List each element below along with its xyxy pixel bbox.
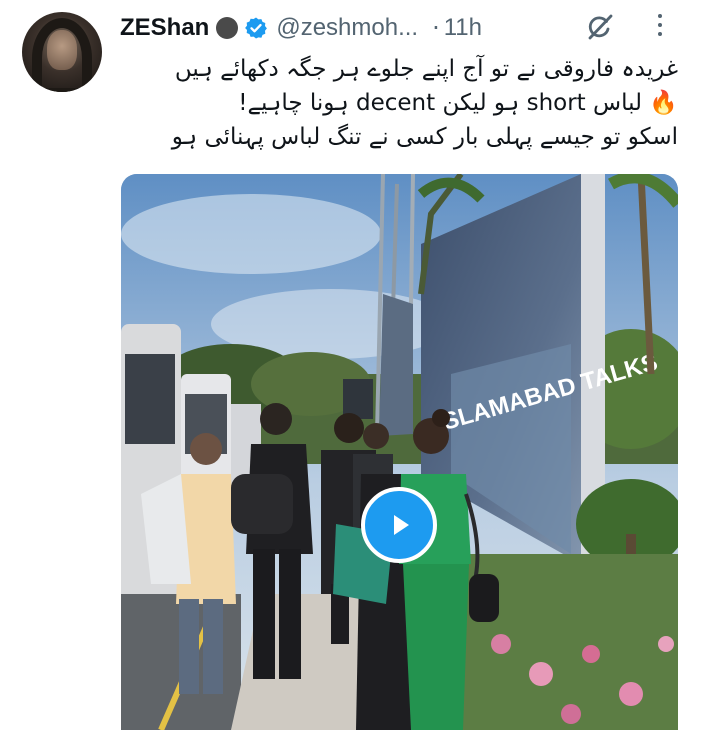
- header-separator: ·: [432, 14, 440, 42]
- tweet-timestamp[interactable]: 11h: [444, 14, 482, 42]
- tweet-header: ZEShan @zeshmoh... · 11h: [120, 10, 482, 46]
- video-thumbnail: ISLAMABAD TALKS: [121, 174, 678, 730]
- play-icon: [394, 515, 409, 535]
- author-name[interactable]: ZEShan: [120, 14, 209, 42]
- avatar-face: [47, 30, 77, 70]
- tweet-video[interactable]: ISLAMABAD TALKS: [121, 174, 678, 730]
- tweet-text-line: اسکو تو جیسے پہلی بار کسی نے تنگ لباس پہ…: [171, 124, 678, 150]
- play-button[interactable]: [361, 487, 437, 563]
- verified-check-icon[interactable]: [244, 16, 268, 40]
- tweet-text-line: 🔥 لباس short ہو لیکن decent ہونا چاہیے!: [238, 90, 678, 116]
- tweet-text: غریدہ فاروقی نے تو آج اپنے جلوے ہر جگہ د…: [118, 52, 678, 154]
- tweet-text-line: غریدہ فاروقی نے تو آج اپنے جلوے ہر جگہ د…: [174, 56, 678, 82]
- author-handle[interactable]: @zeshmoh...: [276, 14, 418, 42]
- grok-icon[interactable]: [585, 12, 615, 46]
- author-avatar[interactable]: [22, 12, 102, 92]
- circle-badge-icon: [216, 17, 239, 39]
- more-options-icon[interactable]: [656, 14, 664, 36]
